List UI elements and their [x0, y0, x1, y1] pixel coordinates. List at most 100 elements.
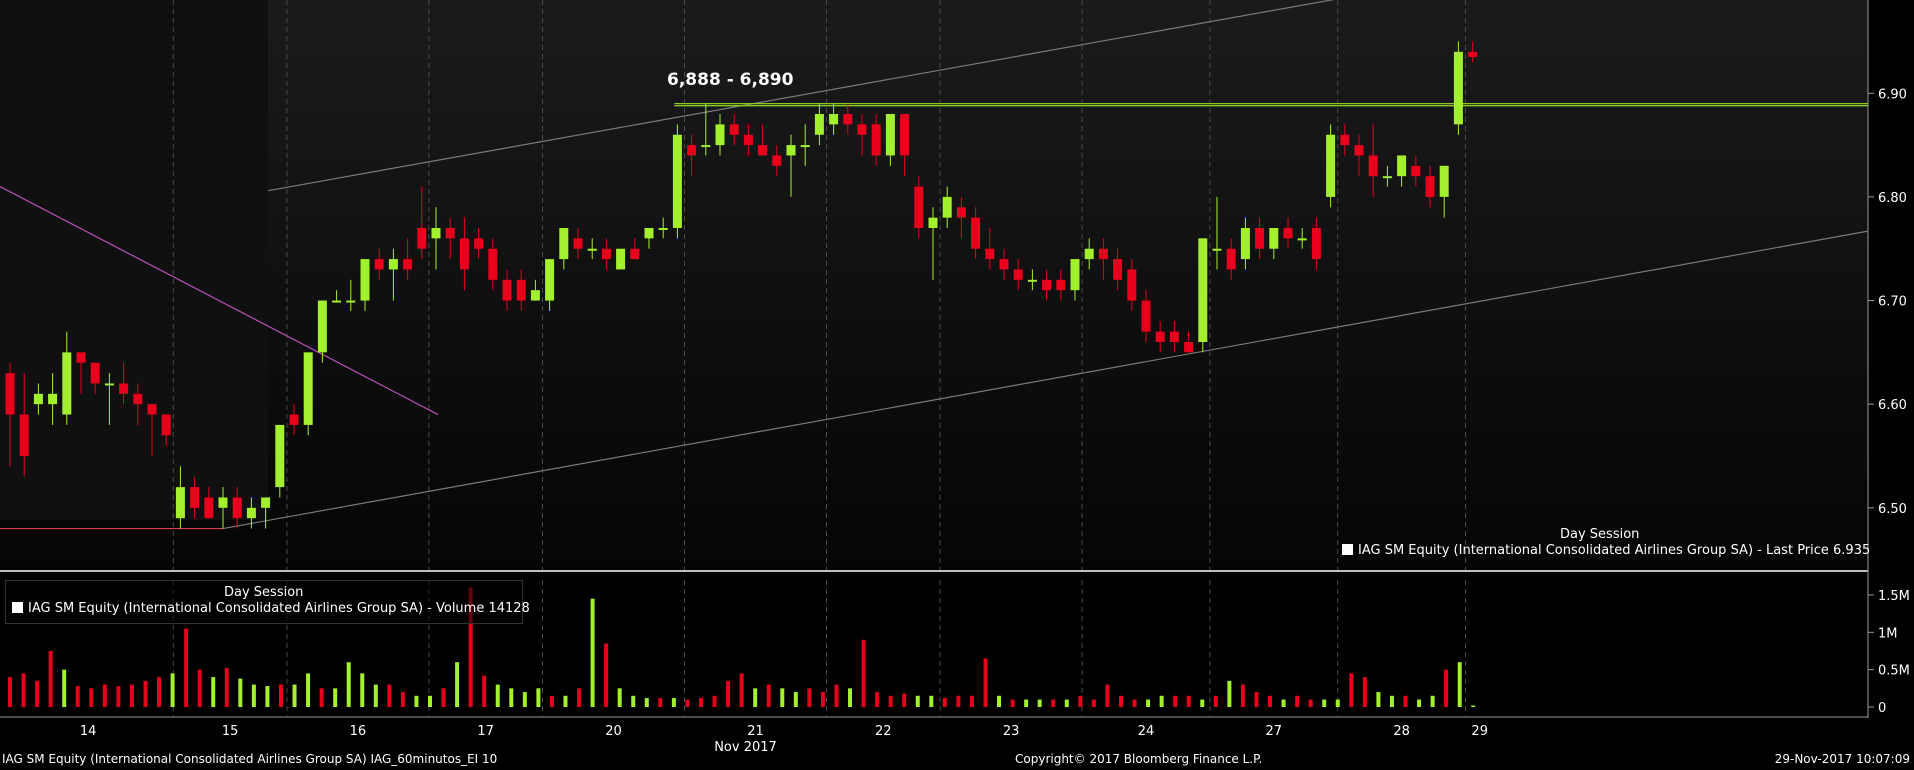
volume-bar: [536, 688, 541, 707]
candle-body: [928, 217, 938, 228]
candle-body: [758, 145, 768, 156]
volume-bar: [753, 688, 758, 707]
candle-body: [1354, 145, 1364, 156]
volume-bar: [89, 688, 94, 707]
candle-body: [786, 145, 796, 156]
candle-body: [971, 217, 981, 249]
x-tick-label: 24: [1138, 724, 1155, 739]
candle-body: [261, 497, 271, 508]
volume-bar: [1078, 695, 1083, 707]
volume-bar: [915, 695, 920, 707]
candle-body: [1468, 51, 1478, 57]
volume-bar: [1159, 695, 1164, 707]
volume-tick-label: 1.5M: [1878, 589, 1910, 604]
candle-body: [672, 134, 682, 228]
volume-bar: [414, 695, 419, 707]
candle-body: [403, 259, 413, 270]
volume-bar: [116, 686, 121, 707]
x-tick-label: 28: [1393, 724, 1410, 739]
chart-canvas: 6.506.606.706.806.90 00.5M1M1.5M 14 15 16 1…: [0, 0, 1910, 755]
volume-axis-ticks: 0 0.5M 1M 1.5M: [1868, 589, 1910, 716]
volume-bar: [62, 669, 67, 707]
candle-body: [474, 238, 484, 249]
candle-body: [573, 238, 583, 249]
volume-bar: [1335, 699, 1340, 707]
candle-body: [246, 507, 256, 519]
volume-bar: [1173, 695, 1178, 707]
volume-bar: [428, 695, 433, 707]
volume-bar: [834, 684, 839, 707]
price-legend-swatch: [1342, 544, 1353, 555]
x-tick-label: 27: [1266, 724, 1283, 739]
candle-body: [289, 414, 299, 425]
candle-body: [1453, 51, 1463, 125]
volume-legend-swatch: [12, 602, 23, 613]
candle-body: [1169, 331, 1179, 342]
volume-bar: [780, 688, 785, 707]
candle-body: [885, 114, 895, 156]
candle-body: [1297, 238, 1307, 241]
volume-bar: [1132, 699, 1137, 707]
candle-body: [1042, 279, 1052, 291]
volume-bar: [48, 650, 53, 707]
volume-bar: [1308, 699, 1313, 707]
candle-body: [119, 383, 129, 394]
volume-bar: [766, 684, 771, 707]
candle-body: [1155, 331, 1165, 342]
candle-body: [502, 279, 512, 301]
x-tick-label: 23: [1003, 724, 1020, 739]
volume-bar: [333, 688, 338, 707]
candle-body: [1127, 269, 1137, 301]
x-tick-label: 22: [875, 724, 892, 739]
volume-bar: [455, 662, 460, 707]
volume-bar: [306, 673, 311, 707]
candle-body: [62, 352, 72, 415]
volume-legend-text: IAG SM Equity (International Consolidate…: [28, 601, 530, 616]
volume-bar: [807, 688, 812, 707]
candle-body: [459, 238, 469, 270]
volume-bar: [793, 692, 798, 707]
candle-body: [829, 114, 839, 125]
volume-bar: [21, 673, 26, 707]
volume-bar: [495, 684, 500, 707]
candle-body: [445, 228, 455, 239]
volume-bar: [1444, 669, 1449, 707]
volume-bar: [997, 695, 1002, 707]
price-legend-text: IAG SM Equity (International Consolidate…: [1358, 543, 1871, 558]
volume-bar: [848, 688, 853, 707]
volume-bar: [8, 677, 12, 707]
candle-body: [559, 228, 569, 260]
volume-bar: [35, 680, 40, 707]
candle-body: [1269, 228, 1279, 249]
volume-bar: [644, 698, 649, 707]
volume-bar: [102, 684, 107, 707]
date-axis-labels: 14 15 16 17 20 21 22 23 24 27 28 29 Nov 2017: [80, 724, 1488, 755]
volume-session-label: Day Session: [224, 585, 304, 600]
candle-body: [1368, 155, 1378, 177]
volume-bar: [482, 675, 487, 707]
volume-bar: [956, 695, 961, 707]
volume-bar: [1213, 695, 1218, 707]
price-axis-ticks: 6.50 6.60 6.70 6.80 6.90: [1868, 87, 1907, 517]
candle-body: [743, 134, 753, 146]
volume-bar: [942, 698, 947, 707]
volume-tick-label: 0.5M: [1878, 664, 1910, 679]
candle-body: [687, 145, 697, 156]
candle-body: [1240, 228, 1250, 260]
candle-body: [1340, 134, 1350, 146]
volume-bar: [224, 668, 229, 707]
volume-bar: [1362, 677, 1367, 707]
volume-bar: [319, 688, 324, 707]
volume-bar: [143, 680, 148, 707]
candle-body: [616, 248, 626, 270]
y-tick-label: 6.70: [1878, 295, 1907, 310]
candle-body: [1311, 228, 1321, 260]
volume-bar: [969, 695, 974, 707]
volume-bar: [1146, 699, 1151, 707]
candle-body: [1326, 134, 1336, 197]
candle-body: [204, 497, 214, 519]
bloomberg-chart-window: 6.50 6.60 6.70 6.80 6.90 0 0.5M 1M 1.5M 14 15 16 1…: [0, 0, 1914, 770]
candle-body: [516, 279, 526, 301]
volume-bar: [929, 695, 934, 707]
volume-bar: [265, 686, 270, 707]
